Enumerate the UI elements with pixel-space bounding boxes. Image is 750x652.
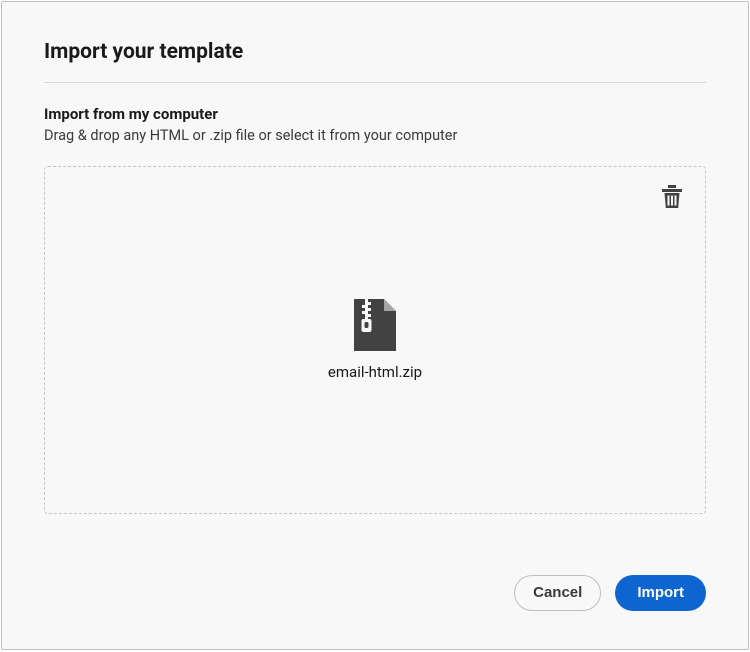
dialog-footer: Cancel Import [514, 575, 706, 611]
trash-icon [661, 185, 683, 209]
import-button[interactable]: Import [615, 575, 706, 611]
file-name: email-html.zip [328, 363, 422, 381]
delete-file-button[interactable] [661, 185, 683, 213]
section-description: Drag & drop any HTML or .zip file or sel… [44, 127, 706, 144]
section-title: Import from my computer [44, 105, 706, 123]
cancel-button[interactable]: Cancel [514, 575, 601, 611]
file-dropzone[interactable]: email-html.zip [44, 166, 706, 514]
dialog-title: Import your template [44, 40, 706, 64]
import-template-dialog: Import your template Import from my comp… [1, 1, 749, 650]
uploaded-file: email-html.zip [328, 299, 422, 381]
zip-file-icon [354, 299, 396, 351]
divider [44, 82, 706, 83]
